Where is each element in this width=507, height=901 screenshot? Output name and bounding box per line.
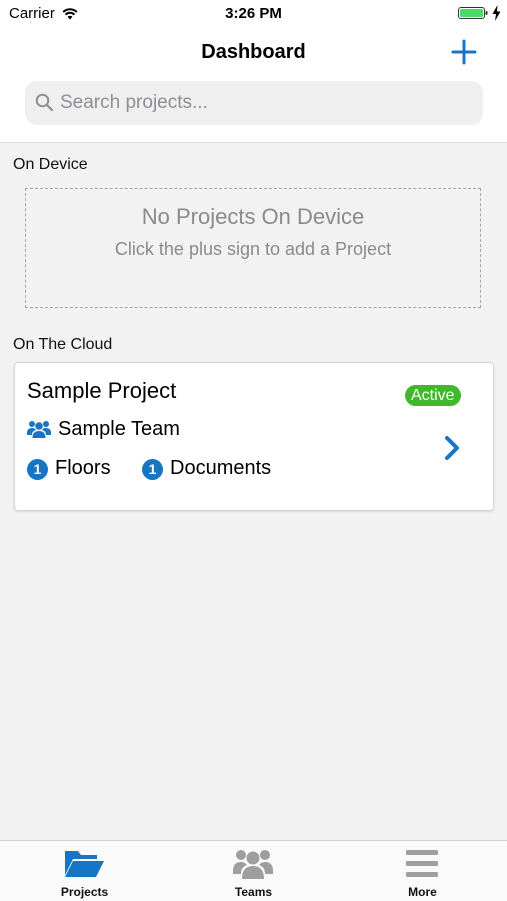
documents-label: Documents xyxy=(170,457,272,479)
tab-projects[interactable]: Projects xyxy=(0,841,169,901)
tab-label-teams: Teams xyxy=(234,885,273,899)
charging-bolt-icon xyxy=(492,5,501,21)
tab-more[interactable]: More xyxy=(338,841,507,901)
users-icon xyxy=(27,421,51,438)
empty-state-title: No Projects On Device xyxy=(141,204,365,229)
add-project-button[interactable] xyxy=(448,36,480,68)
tab-bar: Projects Teams More xyxy=(0,840,507,901)
search-icon xyxy=(35,93,54,112)
tab-label-more: More xyxy=(408,885,437,899)
section-header-on-cloud: On The Cloud xyxy=(13,336,113,353)
empty-state-on-device: No Projects On Device Click the plus sig… xyxy=(25,188,481,308)
battery-icon xyxy=(458,7,488,19)
status-time: 3:26 PM xyxy=(225,5,282,22)
menu-icon xyxy=(406,850,438,877)
users-icon xyxy=(233,850,273,879)
team-name: Sample Team xyxy=(58,418,180,440)
status-bar: Carrier 3:26 PM xyxy=(0,0,507,28)
status-badge: Active xyxy=(405,385,461,406)
floors-label: Floors xyxy=(55,457,111,479)
project-counts: 1 Floors 1 Documents xyxy=(27,457,347,483)
search-bar[interactable] xyxy=(25,81,483,125)
navigation-bar: Dashboard xyxy=(0,28,507,143)
section-header-on-device: On Device xyxy=(13,156,88,173)
project-card[interactable]: Sample Project Active Sample Team 1 Floo… xyxy=(14,362,494,511)
empty-state-subtitle: Click the plus sign to add a Project xyxy=(114,239,392,259)
page-title: Dashboard xyxy=(201,41,306,63)
chevron-right-icon[interactable] xyxy=(443,435,461,461)
documents-count-badge: 1 xyxy=(142,459,163,480)
search-input[interactable] xyxy=(60,81,470,125)
project-name: Sample Project xyxy=(27,378,177,403)
tab-label-projects: Projects xyxy=(60,885,109,899)
folder-open-icon xyxy=(65,851,104,877)
tab-teams[interactable]: Teams xyxy=(169,841,338,901)
floors-count-badge: 1 xyxy=(27,459,48,480)
